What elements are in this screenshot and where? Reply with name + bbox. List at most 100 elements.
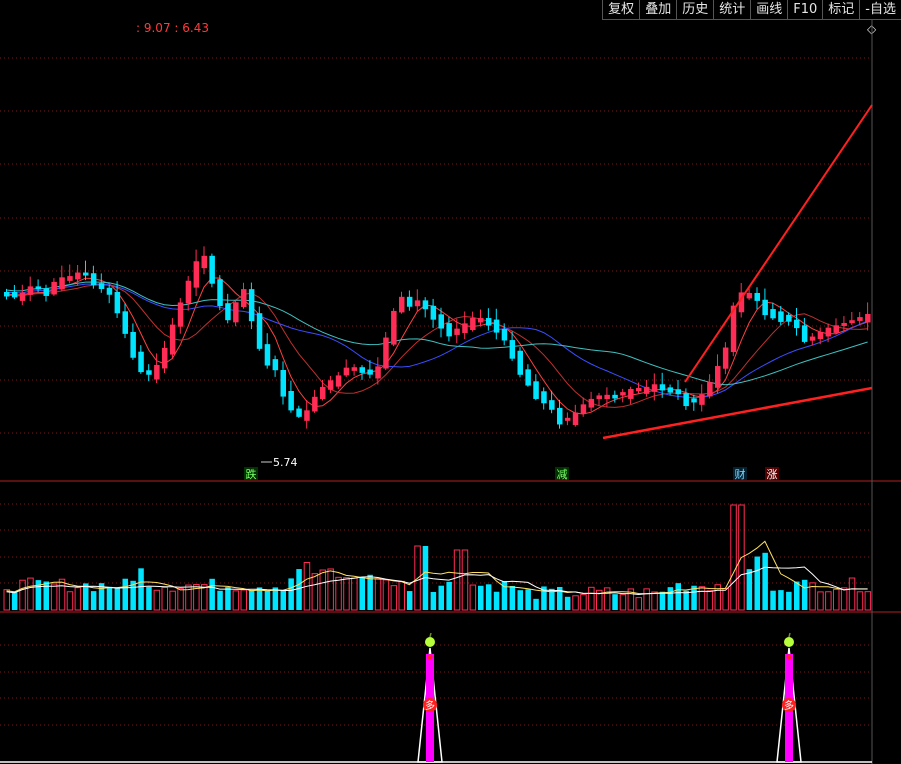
volume-bar [817,591,824,611]
candle [169,318,176,360]
candle-body [264,344,271,366]
volume-bar [382,579,390,611]
volume-bar [161,586,168,611]
candle-body [699,394,705,405]
candle [533,374,539,401]
candle-body [146,370,152,375]
candle-body [154,364,160,380]
volume-bar [74,587,82,611]
candle [201,246,207,275]
candle [241,282,247,309]
candle [27,276,34,302]
candle-body [288,390,294,411]
volume-bar [698,586,706,611]
stock-chart[interactable]: 多 多 5.74 跌 减 财 涨 [0,0,901,764]
volume-bar [778,590,784,610]
candle-body [604,394,610,400]
candle-body [493,319,500,333]
volume-bar [248,589,255,610]
candle-body [833,325,839,333]
volume-bar [264,590,271,610]
volume-bar [722,588,729,611]
candle [406,290,413,311]
signal-dot [427,654,433,660]
candle-body [754,292,760,301]
candle-body [359,367,365,373]
candle-body [549,400,555,410]
volume-bar [430,591,437,610]
candle [304,400,310,429]
candle-body [19,292,26,301]
candle-body [256,313,263,349]
candle-body [383,337,389,369]
candle-body [406,296,413,307]
candle-body [485,318,492,326]
candle [462,311,468,340]
volume-bar [3,589,10,611]
volume-bar [256,587,263,610]
signal-dot [786,654,792,660]
volume-bar [643,588,650,611]
candle-body [367,369,373,375]
candle-body [478,318,484,323]
candle-body [809,336,816,341]
apple-body [784,637,794,647]
volume-bar [580,594,587,611]
volume-bar [185,584,192,611]
candle-body [683,393,689,407]
candle [794,307,800,336]
volume-bar [240,589,247,611]
candle [715,354,721,394]
candlesticks [4,246,871,429]
signal-badge-label: 多 [784,699,794,712]
candle [248,282,255,330]
candle [67,264,73,284]
candle [51,278,57,296]
volume-bar [533,598,539,610]
candle [430,298,437,328]
candle [146,364,152,382]
volume-bar [177,587,184,611]
candle-body [201,255,207,269]
candle-body [122,311,128,334]
candle-body [825,327,832,337]
candle-body [746,292,753,299]
candle-body [572,412,579,425]
candle-body [794,319,800,329]
candle-body [4,292,10,297]
candle-body [83,272,89,276]
candle-body [138,351,144,373]
candle [849,312,855,325]
candle-body [335,375,342,387]
candle [454,318,460,344]
candle [422,297,429,318]
candle-body [801,325,808,342]
volume-bar [311,573,319,611]
candle-body [169,324,176,355]
candle-body [27,286,34,295]
volume-bar [730,504,737,611]
candle-body [517,350,523,375]
marker-label: 跌 [246,467,257,481]
volume-bar [58,578,66,611]
volume-bar [153,589,161,611]
volume-bar [453,549,461,611]
volume-bar [525,589,531,610]
candle [596,392,602,407]
candle [19,284,26,306]
candle [754,287,760,310]
candle [564,412,571,426]
volume-bar [856,591,864,611]
volume-bar [114,587,121,610]
volume-bar [588,586,595,611]
candle-body [659,384,666,391]
candle-body [280,370,286,397]
candle-body [241,289,247,307]
candle-body [722,347,729,369]
volume-bar [367,574,373,610]
candle [343,359,350,378]
volume-bar [651,591,658,611]
candle [470,311,476,332]
volume-bar [280,590,286,610]
apple-icon [784,632,794,647]
